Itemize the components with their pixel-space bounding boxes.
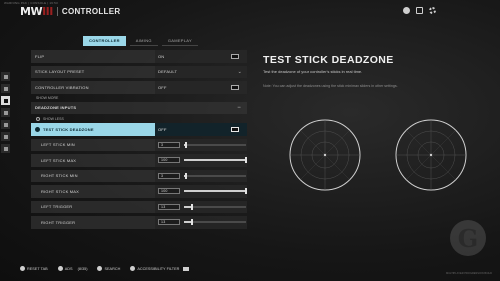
page-title: CONTROLLER [61, 7, 121, 16]
setting-left-stick-max[interactable]: LEFT STICK MAX 100 [31, 154, 247, 167]
left-stick-max-slider[interactable] [184, 157, 247, 164]
mouse-icon [3, 86, 8, 91]
sidebar-item-graphics[interactable] [1, 108, 10, 117]
chevron-down-icon: ⌄ [237, 68, 242, 75]
accessibility-filter-button[interactable]: ACCESSIBILITY FILTER [130, 266, 190, 271]
account-icon [3, 146, 8, 151]
slider-control: 3 [155, 169, 247, 182]
setting-label: TEST STICK DEADZONE [31, 126, 155, 132]
collapse-icon: − [237, 104, 241, 111]
setting-label: LEFT TRIGGER [41, 204, 73, 210]
search-icon [97, 266, 103, 271]
sidebar-item-interface[interactable] [1, 132, 10, 141]
detail-title: TEST STICK DEADZONE [263, 54, 394, 66]
setting-test-deadzone[interactable]: TEST STICK DEADZONE OFF [31, 123, 247, 136]
slider-control: 13 [155, 200, 247, 213]
section-title: DEADZONE INPUTS [35, 105, 77, 111]
sidebar-item-account[interactable] [1, 144, 10, 153]
right-stick-visualizer [395, 119, 467, 191]
test-deadzone-toggle[interactable] [231, 126, 239, 132]
show-more-link[interactable]: SHOW MORE [31, 94, 247, 102]
detail-panel: TEST STICK DEADZONE Test the deadzone of… [263, 54, 483, 88]
setting-label: CONTROLLER VIBRATION [35, 84, 89, 90]
slider-control: 3 [155, 138, 247, 151]
search-button[interactable]: SEARCH [97, 266, 120, 271]
value-box[interactable]: 13 [158, 219, 180, 226]
settings-list: FLIP ON STICK LAYOUT PRESET DEFAULT ⌄ CO… [31, 50, 247, 232]
graphics-icon [3, 110, 8, 115]
right-stick-min-slider[interactable] [184, 172, 246, 179]
tab-aiming[interactable]: AIMING [129, 36, 158, 46]
show-less-link[interactable]: SHOW LESS [31, 115, 247, 123]
setting-label: RIGHT STICK MIN [41, 173, 78, 179]
ads-button[interactable]: ADS (8/35) [57, 266, 87, 271]
sidebar-item-favorites[interactable] [1, 72, 10, 81]
button-prompt-icon [20, 266, 25, 271]
value-box[interactable]: 100 [158, 157, 180, 164]
right-trigger-slider[interactable] [184, 219, 246, 226]
value-box[interactable]: 3 [158, 141, 180, 148]
setting-label: FLIP [35, 53, 45, 59]
setting-vibration[interactable]: CONTROLLER VIBRATION OFF [31, 81, 247, 94]
left-stick-visualizer [289, 119, 361, 191]
tab-controller[interactable]: CONTROLLER [83, 36, 126, 46]
controller-button-icon [35, 126, 40, 132]
top-icons [403, 7, 436, 14]
setting-value: DEFAULT [155, 65, 247, 78]
stick-visualizers [288, 118, 468, 192]
right-stick-max-slider[interactable] [184, 188, 247, 195]
slider-control: 100 [155, 154, 247, 167]
watermark-logo: G [450, 220, 486, 256]
button-prompt-icon [57, 266, 63, 271]
setting-left-stick-min[interactable]: LEFT STICK MIN 3 [31, 138, 247, 151]
value-box[interactable]: 3 [158, 172, 180, 179]
controller-icon [3, 98, 8, 103]
speaker-icon [3, 122, 8, 127]
button-prompt-icon [130, 266, 136, 271]
notifications-icon[interactable] [416, 7, 423, 14]
footer-bar: RESET TAB ADS (8/35) SEARCH ACCESSIBILIT… [20, 266, 190, 271]
setting-label: LEFT STICK MAX [41, 157, 77, 163]
interface-icon [3, 134, 8, 139]
sidebar-item-controller[interactable] [1, 96, 10, 105]
setting-left-trigger[interactable]: LEFT TRIGGER 13 [31, 200, 247, 213]
slider-control: 13 [155, 216, 247, 229]
detail-description: Test the deadzone of your controller's s… [263, 69, 363, 74]
vibration-toggle[interactable] [231, 84, 239, 90]
setting-right-stick-max[interactable]: RIGHT STICK MAX 100 [31, 185, 247, 198]
left-trigger-slider[interactable] [184, 203, 246, 210]
setting-label: STICK LAYOUT PRESET [35, 69, 85, 75]
star-icon [3, 74, 8, 79]
setting-label: LEFT STICK MIN [41, 142, 75, 148]
settings-gear-icon[interactable] [429, 7, 436, 14]
sidebar-item-mouse[interactable] [1, 84, 10, 93]
value-box[interactable]: 100 [158, 188, 180, 195]
setting-stick-layout[interactable]: STICK LAYOUT PRESET DEFAULT ⌄ [31, 65, 247, 78]
game-logo: MWIII [20, 5, 53, 18]
category-sidebar [0, 72, 11, 156]
tab-gameplay[interactable]: GAMEPLAY [161, 36, 198, 46]
header-divider [56, 7, 58, 16]
value-box[interactable]: 13 [158, 203, 180, 210]
setting-label: RIGHT STICK MAX [41, 188, 80, 194]
slider-control: 100 [155, 185, 247, 198]
detail-note: Note: You can adjust the deadzones using… [263, 84, 398, 88]
filter-toggle-icon [183, 266, 190, 271]
setting-right-trigger[interactable]: RIGHT TRIGGER 13 [31, 216, 247, 229]
setting-label: RIGHT TRIGGER [41, 219, 76, 225]
show-less-icon [36, 117, 40, 121]
deadzone-section-header[interactable]: DEADZONE INPUTS − [31, 101, 247, 114]
reset-tab-button[interactable]: RESET TAB [20, 266, 48, 271]
social-icon[interactable] [403, 7, 410, 14]
stick-visualizer-svg [289, 119, 467, 191]
build-info: MULTIPLAYER PROGRESSION BUILD [445, 272, 492, 275]
flip-toggle[interactable] [231, 53, 239, 59]
settings-tabs: CONTROLLER AIMING GAMEPLAY [83, 36, 198, 46]
setting-flip[interactable]: FLIP ON [31, 50, 247, 63]
setting-right-stick-min[interactable]: RIGHT STICK MIN 3 [31, 169, 247, 182]
app-header: MWIII CONTROLLER [20, 5, 120, 18]
left-stick-min-slider[interactable] [184, 141, 246, 148]
sidebar-item-audio[interactable] [1, 120, 10, 129]
